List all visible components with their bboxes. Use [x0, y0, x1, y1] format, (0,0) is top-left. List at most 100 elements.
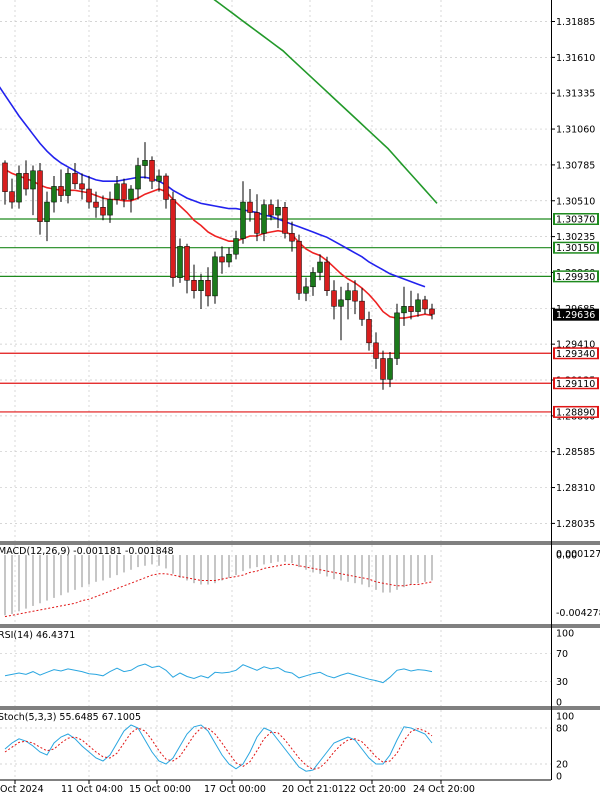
panel-separator — [0, 541, 600, 545]
candle-body — [72, 173, 78, 185]
candle-body — [429, 308, 435, 315]
candle-body — [380, 358, 386, 380]
candle — [177, 238, 183, 283]
rsi-tick-label: 0 — [556, 698, 562, 709]
stoch-label: Stoch(5,3,3) 55.6485 67.1005 — [0, 712, 141, 723]
candle — [212, 251, 218, 304]
candle-body — [191, 280, 197, 291]
candle-body — [30, 170, 36, 190]
candle-body — [338, 299, 344, 307]
candle — [156, 169, 162, 192]
candle — [331, 280, 337, 320]
candle — [30, 165, 36, 216]
candle-body — [247, 201, 253, 213]
candle-body — [86, 188, 92, 203]
ma-slow-line — [213, 0, 438, 204]
candle-body — [114, 183, 120, 200]
candle-body — [415, 299, 421, 312]
support-level-label: 1.28890 — [556, 407, 595, 418]
candle-body — [289, 233, 295, 242]
candle — [149, 156, 155, 190]
resistance-level-label: 1.30150 — [556, 243, 595, 254]
candle-body — [198, 280, 204, 291]
rsi-tick-label: 100 — [556, 629, 574, 640]
candle-body — [359, 300, 365, 320]
candle-body — [149, 160, 155, 182]
candle-body — [170, 199, 176, 278]
candle-body — [275, 207, 281, 216]
candle — [205, 267, 211, 307]
macd-label: MACD(12,26,9) -0.001181 -0.001848 — [0, 546, 174, 557]
candle — [240, 181, 246, 244]
candle-body — [142, 160, 148, 166]
candle — [338, 286, 344, 341]
candlesticks — [2, 142, 435, 390]
candle — [394, 303, 400, 366]
candle-body — [401, 306, 407, 314]
candle-body — [233, 238, 239, 255]
candle-body — [317, 261, 323, 273]
candle — [72, 162, 78, 190]
chart-canvas: 1.31885 1.31610 1.31335 1.31060 1.30785 1.305… — [0, 0, 600, 793]
candle-body — [2, 162, 8, 192]
time-tick-label: 17 Oct 00:00 — [204, 784, 266, 793]
panel-separator — [0, 624, 600, 628]
candle — [373, 332, 379, 369]
candle-body — [156, 175, 162, 182]
candle — [128, 185, 134, 213]
candle — [37, 162, 43, 235]
candle-body — [254, 212, 260, 234]
stoch-tick-label: 20 — [556, 760, 568, 771]
candle-body — [261, 204, 267, 234]
candle-body — [100, 207, 106, 216]
candle — [191, 264, 197, 299]
candle — [429, 303, 435, 320]
candle — [2, 160, 8, 205]
candle-body — [65, 173, 71, 196]
rsi-tick-label: 30 — [556, 677, 568, 688]
price-tick-label: 1.28585 — [556, 447, 595, 458]
candle — [415, 293, 421, 317]
candle-body — [219, 256, 225, 263]
ma-mid-line — [0, 86, 426, 288]
current-price-label: 1.29636 — [556, 310, 595, 321]
candle-body — [107, 199, 113, 216]
candle — [303, 277, 309, 302]
candle — [142, 142, 148, 179]
macd-signal-line — [4, 563, 433, 618]
candle — [107, 191, 113, 223]
candle — [275, 199, 281, 229]
price-tick-label: 1.28310 — [556, 483, 595, 494]
candle — [219, 246, 225, 274]
indicator-panels: 0.0001270.00-0.0042781007030010080200 — [0, 549, 600, 783]
time-tick-label: 24 Oct 20:00 — [413, 784, 475, 793]
candle — [366, 311, 372, 351]
candle — [359, 288, 365, 326]
candle — [135, 157, 141, 200]
candle-body — [352, 290, 358, 302]
candle — [282, 202, 288, 239]
candle-body — [121, 183, 127, 200]
panel-separator — [0, 706, 600, 710]
candle-body — [422, 299, 428, 310]
stoch-tick-label: 0 — [556, 772, 562, 783]
candle-body — [51, 186, 57, 203]
candle-body — [310, 272, 316, 288]
rsi-line — [4, 663, 433, 684]
candle — [254, 194, 260, 242]
price-tick-label: 1.30235 — [556, 232, 595, 243]
candle — [226, 247, 232, 268]
grid-lines — [0, 0, 600, 781]
candle — [387, 351, 393, 388]
candle — [44, 191, 50, 242]
rsi-label: RSI(14) 46.4371 — [0, 630, 75, 641]
candle — [9, 178, 15, 209]
candle — [233, 230, 239, 260]
candle-body — [408, 306, 414, 312]
price-tick-label: 1.31610 — [556, 53, 595, 64]
candle — [79, 173, 85, 200]
candle-body — [303, 286, 309, 294]
candle — [23, 160, 29, 196]
candle — [422, 295, 428, 315]
macd-tick-label: -0.004278 — [556, 608, 600, 619]
